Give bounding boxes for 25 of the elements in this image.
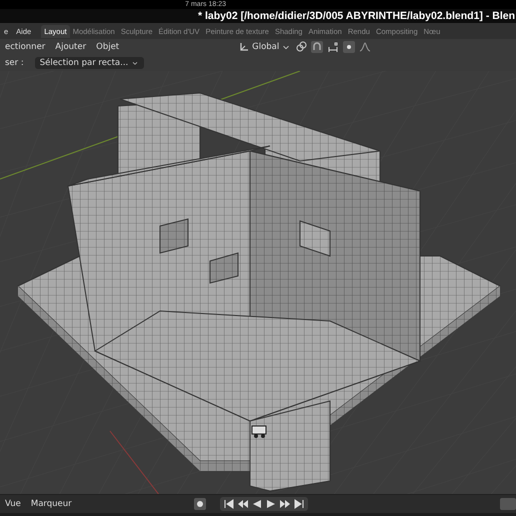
frame-field[interactable]: [500, 498, 516, 510]
menu-item[interactable]: Marqueur: [26, 497, 77, 511]
window-title: * laby02 [/home/didier/3D/005 ABYRINTHE/laby02.blend1] - Blen: [198, 10, 515, 22]
magnet-icon[interactable]: [311, 41, 324, 53]
camera-icon: [252, 426, 266, 438]
snap-grid-icon[interactable]: [327, 41, 340, 53]
chevron-down-icon: [131, 59, 140, 67]
tool-label: ser :: [4, 57, 25, 70]
pivot-icon[interactable]: [295, 41, 308, 53]
orientation-dropdown[interactable]: Global: [252, 42, 280, 52]
next-keyframe-icon[interactable]: [278, 498, 291, 510]
proportional-edit-icon[interactable]: [343, 41, 356, 53]
jump-start-icon[interactable]: [222, 498, 235, 510]
play-reverse-icon[interactable]: [250, 498, 263, 510]
menu-item[interactable]: ectionner: [0, 40, 50, 54]
axes-icon[interactable]: [238, 41, 250, 53]
menu-item[interactable]: Vue: [0, 497, 26, 511]
falloff-curve-icon[interactable]: [359, 41, 372, 53]
menu-item[interactable]: Ajouter: [50, 40, 92, 54]
previous-keyframe-icon[interactable]: [236, 498, 249, 510]
selection-mode-dropdown[interactable]: Sélection par recta...: [34, 57, 144, 69]
menu-item[interactable]: Objet: [91, 40, 124, 54]
play-icon[interactable]: [264, 498, 277, 510]
jump-end-icon[interactable]: [292, 498, 305, 510]
record-icon[interactable]: [194, 498, 206, 510]
